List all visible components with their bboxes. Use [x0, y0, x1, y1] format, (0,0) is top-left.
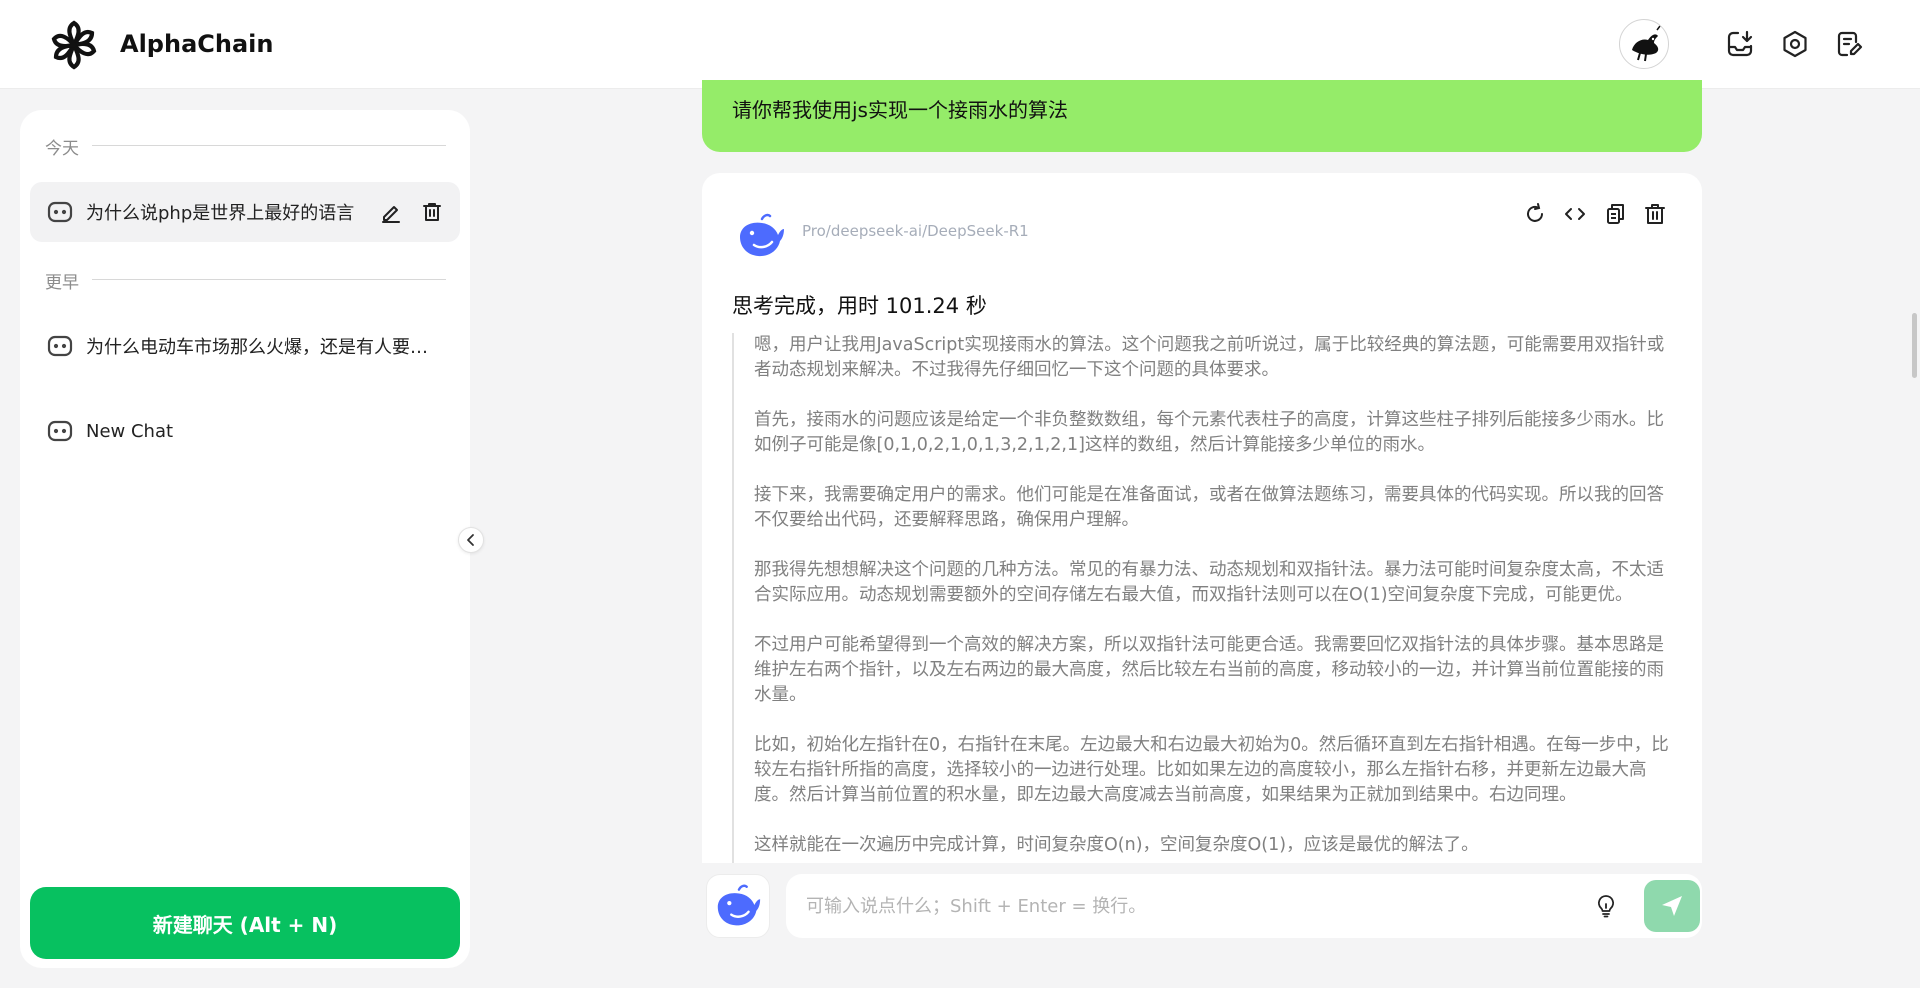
chat-input[interactable]: [806, 892, 1566, 920]
app-header: AlphaChain: [0, 0, 1920, 89]
assistant-message-card: Pro/deepseek-ai/DeepSeek-R1 思考完成，用时 101.…: [702, 173, 1702, 863]
chat-bubble-icon: [46, 417, 74, 445]
code-icon[interactable]: [1560, 199, 1590, 229]
collapse-sidebar-button[interactable]: [458, 527, 484, 553]
thinking-content: 嗯，用户让我用JavaScript实现接雨水的算法。这个问题我之前听说过，属于比…: [732, 333, 1672, 863]
lightbulb-icon[interactable]: [1592, 892, 1620, 920]
chat-item-label: 为什么说php是世界上最好的语言: [86, 203, 355, 224]
chat-item-label: New Chat: [86, 420, 174, 442]
app-logo-icon: [48, 18, 100, 72]
divider: [92, 279, 446, 280]
user-message-bubble: 请你帮我使用js实现一个接雨水的算法: [702, 80, 1702, 152]
section-label-today: 今天: [45, 139, 79, 159]
delete-icon[interactable]: [418, 198, 446, 226]
divider: [92, 145, 446, 146]
chat-item-active[interactable]: 为什么说php是世界上最好的语言: [30, 182, 460, 242]
model-selector-button[interactable]: [706, 874, 770, 938]
new-chat-button[interactable]: 新建聊天 (Alt + N): [30, 887, 460, 959]
sidebar: 今天 为什么说php是世界上最好的语言 更早 为什么电动车市场那么火爆，还是有人…: [20, 110, 470, 968]
copy-icon[interactable]: [1600, 199, 1630, 229]
thinking-paragraph: 不过用户可能希望得到一个高效的解决方案，所以双指针法可能更合适。我需要回忆双指针…: [754, 635, 1664, 705]
edit-icon[interactable]: [377, 198, 405, 226]
settings-icon[interactable]: [1777, 26, 1813, 62]
delete-icon[interactable]: [1640, 199, 1670, 229]
model-name: Pro/deepseek-ai/DeepSeek-R1: [802, 222, 1029, 240]
chat-item[interactable]: New Chat: [30, 401, 460, 461]
chat-bubble-icon: [46, 332, 74, 360]
thinking-paragraph: 那我得先想想解决这个问题的几种方法。常见的有暴力法、动态规划和双指针法。暴力法可…: [754, 560, 1664, 605]
thinking-paragraph: 接下来，我需要确定用户的需求。他们可能是在准备面试，或者在做算法题练习，需要具体…: [754, 485, 1664, 530]
message-actions: [1520, 199, 1670, 229]
download-icon[interactable]: [1722, 26, 1758, 62]
thinking-paragraph: 嗯，用户让我用JavaScript实现接雨水的算法。这个问题我之前听说过，属于比…: [754, 335, 1665, 380]
thinking-status: 思考完成，用时 101.24 秒: [732, 294, 987, 318]
user-avatar[interactable]: [1619, 19, 1669, 69]
thinking-paragraph: 首先，接雨水的问题应该是给定一个非负整数数组，每个元素代表柱子的高度，计算这些柱…: [754, 410, 1664, 455]
thinking-paragraph: 这样就能在一次遍历中完成计算，时间复杂度O(n)，空间复杂度O(1)，应该是最优…: [754, 835, 1479, 855]
scrollbar-thumb[interactable]: [1912, 313, 1917, 378]
app-name: AlphaChain: [120, 30, 274, 58]
deepseek-whale-icon: [717, 884, 761, 926]
send-button[interactable]: [1644, 880, 1700, 932]
deepseek-whale-icon: [734, 209, 788, 263]
chat-item[interactable]: 为什么电动车市场那么火爆，还是有人要买燃油车？: [30, 316, 460, 376]
thinking-paragraph: 比如，初始化左指针在0，右指针在末尾。左边最大和右边最大初始为0。然后循环直到左…: [754, 735, 1669, 805]
regenerate-icon[interactable]: [1520, 199, 1550, 229]
chat-item-label: 为什么电动车市场那么火爆，还是有人要买燃油车？: [86, 337, 431, 358]
notes-icon[interactable]: [1831, 26, 1867, 62]
chat-input-container: [786, 874, 1702, 938]
section-label-earlier: 更早: [45, 273, 79, 293]
chat-bubble-icon: [46, 198, 74, 226]
send-icon: [1662, 896, 1682, 916]
